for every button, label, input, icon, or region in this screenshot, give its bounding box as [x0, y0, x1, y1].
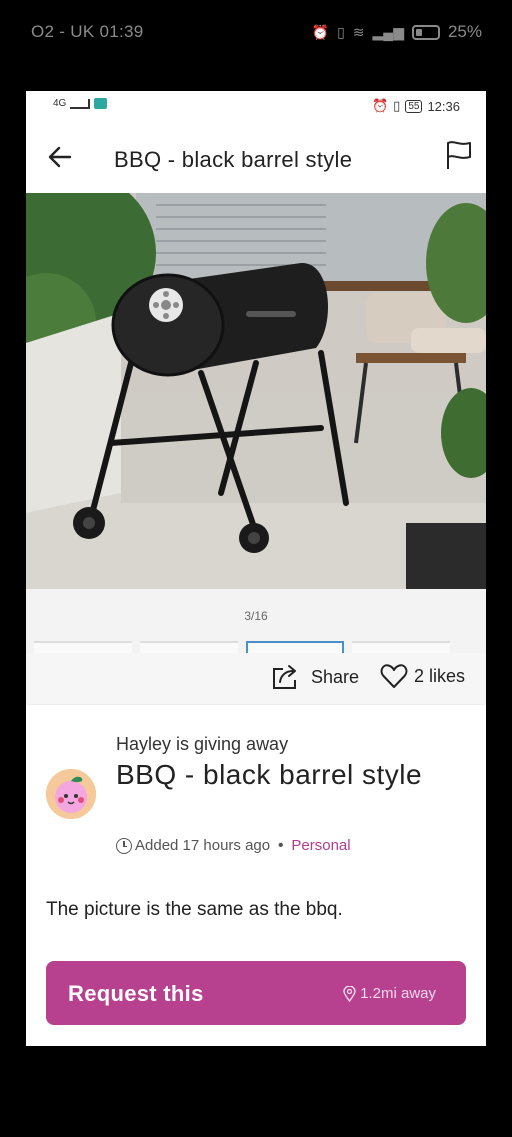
request-label: Request this [68, 981, 204, 1006]
thumbnail[interactable] [140, 641, 238, 653]
separator: • [278, 837, 284, 854]
vibrate-icon: ▯ [337, 23, 345, 40]
like-button[interactable]: 2 likes [380, 663, 465, 689]
battery-icon: 55 [405, 99, 423, 113]
giver-line[interactable]: Hayley is giving away [116, 734, 288, 755]
added-time: Added 17 hours ago [135, 837, 271, 854]
action-row: Share 2 likes [26, 653, 486, 705]
signal-icon [70, 98, 91, 109]
distance-label: 1.2mi away [360, 985, 436, 1002]
share-label: Share [311, 666, 360, 687]
request-button[interactable]: Request this 1.2mi away [46, 961, 466, 1025]
distance: 1.2mi away [343, 985, 436, 1002]
battery-percent: 25% [447, 22, 482, 41]
share-button[interactable]: Share [271, 663, 359, 691]
vibrate-icon: ▯ [393, 98, 401, 113]
gallery-bar: 3/16 [26, 589, 486, 653]
network-type: 4G [53, 98, 67, 109]
signal-icon: ▂▄▆ [372, 23, 404, 40]
heart-icon [380, 664, 408, 688]
page-title: BBQ - black barrel style [114, 147, 353, 172]
status-icons: ⏰ ▯ ≋ ▂▄▆ 25% [312, 22, 482, 42]
carrier-time: O2 - UK 01:39 [31, 22, 144, 41]
clock-icon [116, 837, 132, 854]
device-status-bar: O2 - UK 01:39 ⏰ ▯ ≋ ▂▄▆ 25% [0, 0, 512, 64]
alarm-icon: ⏰ [311, 23, 330, 40]
avatar[interactable] [46, 769, 96, 819]
item-title: BBQ - black barrel style [116, 759, 423, 790]
app-notification-icon [94, 98, 108, 109]
listing-meta: Added 17 hours ago • Personal [116, 837, 351, 854]
item-description: The picture is the same as the bbq. [46, 899, 343, 920]
bbq-photo-image [26, 193, 486, 589]
location-pin-icon [343, 985, 356, 1002]
back-arrow-icon[interactable] [44, 141, 76, 173]
clock-time: 12:36 [427, 98, 460, 114]
thumbnail-strip [34, 641, 450, 653]
listing-photo[interactable] [26, 193, 486, 589]
image-counter: 3/16 [244, 609, 268, 623]
thumbnail-active[interactable] [246, 641, 344, 653]
likes-count: 2 likes [414, 665, 466, 686]
thumbnail[interactable] [352, 641, 450, 653]
flag-icon[interactable] [444, 139, 474, 171]
share-icon [273, 665, 296, 689]
peach-avatar-icon [46, 769, 96, 819]
wifi-icon: ≋ [352, 23, 365, 40]
alarm-icon: ⏰ [371, 98, 389, 113]
thumbnail[interactable] [34, 641, 132, 653]
screenshot-card: 4G ⏰ ▯ 55 12:36 BBQ - black barrel style [26, 91, 486, 1046]
inner-status-bar: 4G ⏰ ▯ 55 12:36 [26, 91, 486, 121]
battery-icon [411, 24, 440, 40]
category-tag[interactable]: Personal [291, 837, 350, 854]
app-header: BBQ - black barrel style [26, 131, 486, 191]
